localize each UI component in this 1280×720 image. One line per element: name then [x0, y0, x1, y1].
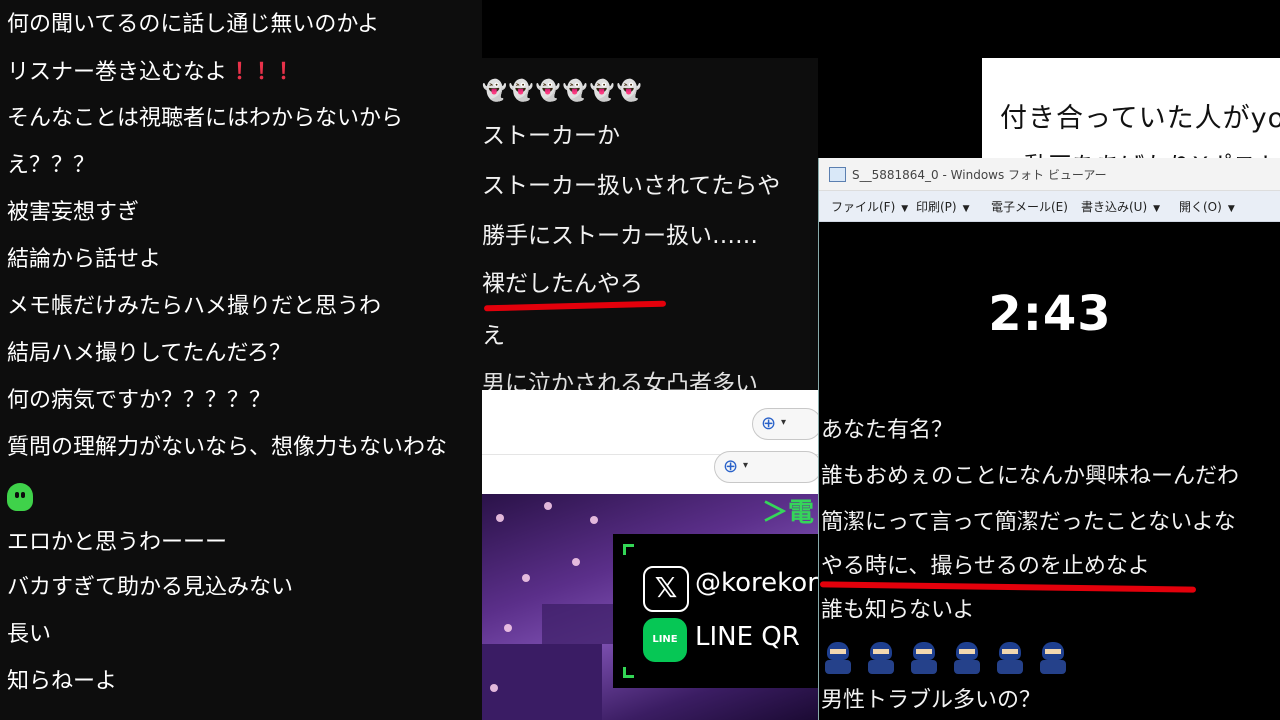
chat-message-text: リスナー巻き込むなよ	[7, 60, 228, 85]
corner-bracket	[623, 667, 634, 678]
chat-message: 誰も知らないよ	[821, 598, 975, 623]
chat-message: 知らねーよ	[7, 669, 118, 694]
chat-message: エロかと思うわーーー	[7, 530, 228, 555]
chat-message: 被害妄想すぎ	[7, 200, 140, 225]
menu-label: 書き込み(U)	[1081, 200, 1148, 214]
timer-display: 2:43	[988, 286, 1112, 342]
chat-message: 何の聞いてるのに話し通じ無いのかよ	[7, 12, 380, 37]
chat-message: 長い	[7, 622, 52, 647]
menu-label: 開く(O)	[1179, 200, 1222, 214]
chat-message	[7, 483, 33, 520]
green-blob-emote-icon	[7, 483, 33, 511]
chat-message: 質問の理解力がないなら、想像力もないわな	[7, 435, 448, 460]
chat-message: リスナー巻き込むなよ ！！！	[7, 58, 300, 88]
petal	[496, 514, 504, 522]
chat-message: 誰もおめぇのことになんか興味ねーんだわ	[821, 464, 1240, 489]
chevron-down-icon: ▼	[901, 204, 909, 214]
chat-message: メモ帳だけみたらハメ撮りだと思うわ	[7, 294, 382, 319]
chevron-down-icon: ▼	[962, 204, 970, 214]
line-logo-icon: LINE	[643, 618, 687, 662]
chat-message: 男性トラブル多いの？	[821, 688, 1042, 713]
ninja-emote-icon	[823, 642, 853, 674]
chat-message: え？？？	[7, 153, 96, 178]
zoom-in-icon: ⊕	[723, 456, 739, 477]
chat-message: そんなことは視聴者にはわからないから	[7, 106, 404, 131]
chat-message: 簡潔にって言って簡潔だったことないよな	[821, 510, 1236, 535]
photo-viewer-window: S__5881864_0 - Windows フォト ビューアー ファイル(F)…	[818, 158, 1280, 720]
chat-message: ストーカー扱いされてたらや	[482, 173, 781, 199]
chevron-down-icon: ▾	[743, 460, 749, 471]
menu-burn[interactable]: 書き込み(U) ▼	[1081, 198, 1160, 215]
ninja-emote-icon	[1038, 642, 1068, 674]
left-chat-panel: 何の聞いてるのに話し通じ無いのかよ リスナー巻き込むなよ ！！！ そんなことは視…	[0, 0, 482, 720]
petal	[522, 574, 530, 582]
menu-label: ファイル(F)	[831, 200, 896, 214]
menu-label: 電子メール(E)	[991, 200, 1068, 214]
chat-message: 結局ハメ撮りしてたんだろ？	[7, 341, 292, 366]
menu-file[interactable]: ファイル(F) ▼	[831, 198, 908, 215]
petal	[590, 516, 598, 524]
middle-chat-panel: 👻👻👻👻👻👻 ストーカーか ストーカー扱いされてたらや 勝手にストーカー扱い………	[482, 58, 818, 398]
chat-message: やる時に、撮らせるのを止めなよ	[821, 554, 1150, 579]
browser-toolbar: ⊕ ▾	[482, 451, 822, 495]
corner-bracket	[623, 544, 634, 555]
ninja-emote-icon	[866, 642, 896, 674]
ninja-emote-icon	[909, 642, 939, 674]
petal	[490, 684, 498, 692]
window-title: S__5881864_0 - Windows フォト ビューアー	[852, 168, 1107, 182]
ghost-emotes: 👻👻👻👻👻👻	[482, 78, 644, 102]
x-handle: @korekor	[695, 568, 818, 598]
chevron-down-icon: ▾	[781, 417, 787, 428]
exclamation-marks: ！！！	[234, 60, 301, 85]
social-info-box: 𝕏 @korekor LINE LINE QR	[613, 534, 818, 688]
line-qr-label: LINE QR	[695, 622, 800, 652]
chat-message: え	[482, 323, 505, 349]
chat-message: ストーカーか	[482, 123, 620, 149]
pixel-stairs	[542, 604, 622, 644]
petal	[544, 502, 552, 510]
zoom-button[interactable]: ⊕ ▾	[714, 451, 822, 483]
photo-viewer-icon	[829, 167, 846, 182]
menu-open[interactable]: 開く(O) ▼	[1179, 198, 1235, 215]
zoom-button[interactable]: ⊕ ▾	[752, 408, 822, 440]
menu-print[interactable]: 印刷(P) ▼	[916, 198, 970, 215]
zoom-in-icon: ⊕	[761, 413, 777, 434]
pixel-stairs	[482, 644, 602, 720]
chat-message: 勝手にストーカー扱い……	[482, 223, 758, 249]
document-snippet: 付き合っていた人がyo 動画をあげたりXポスト	[982, 58, 1280, 168]
menu-label: 印刷(P)	[916, 200, 957, 214]
chat-message: 裸だしたんやろ	[482, 271, 643, 297]
chat-message: あなた有名？	[821, 418, 954, 443]
petal	[572, 558, 580, 566]
petal	[504, 624, 512, 632]
browser-toolbar: ⊕ ▾	[482, 390, 822, 454]
chat-message: 結論から話せよ	[7, 247, 162, 272]
stream-heading: ＞電	[762, 498, 815, 528]
ninja-emote-icon	[952, 642, 982, 674]
menu-bar: ファイル(F) ▼ 印刷(P) ▼ 電子メール(E) 書き込み(U) ▼ 開く(O) ▼	[819, 191, 1280, 222]
menu-email[interactable]: 電子メール(E)	[991, 198, 1068, 215]
doc-line: 付き合っていた人がyo	[1000, 103, 1280, 134]
ninja-emote-icon	[995, 642, 1025, 674]
x-logo-icon: 𝕏	[643, 566, 689, 612]
ninja-emote-row	[823, 642, 1076, 678]
chat-message: 何の病気ですか？？？？？	[7, 388, 272, 413]
window-titlebar: S__5881864_0 - Windows フォト ビューアー	[819, 158, 1280, 191]
stream-overlay-art: ＞電 𝕏 @korekor LINE LINE QR	[482, 494, 818, 720]
chevron-down-icon: ▼	[1153, 204, 1161, 214]
chat-message: バカすぎて助かる見込みない	[7, 575, 294, 600]
chevron-down-icon: ▼	[1227, 204, 1235, 214]
